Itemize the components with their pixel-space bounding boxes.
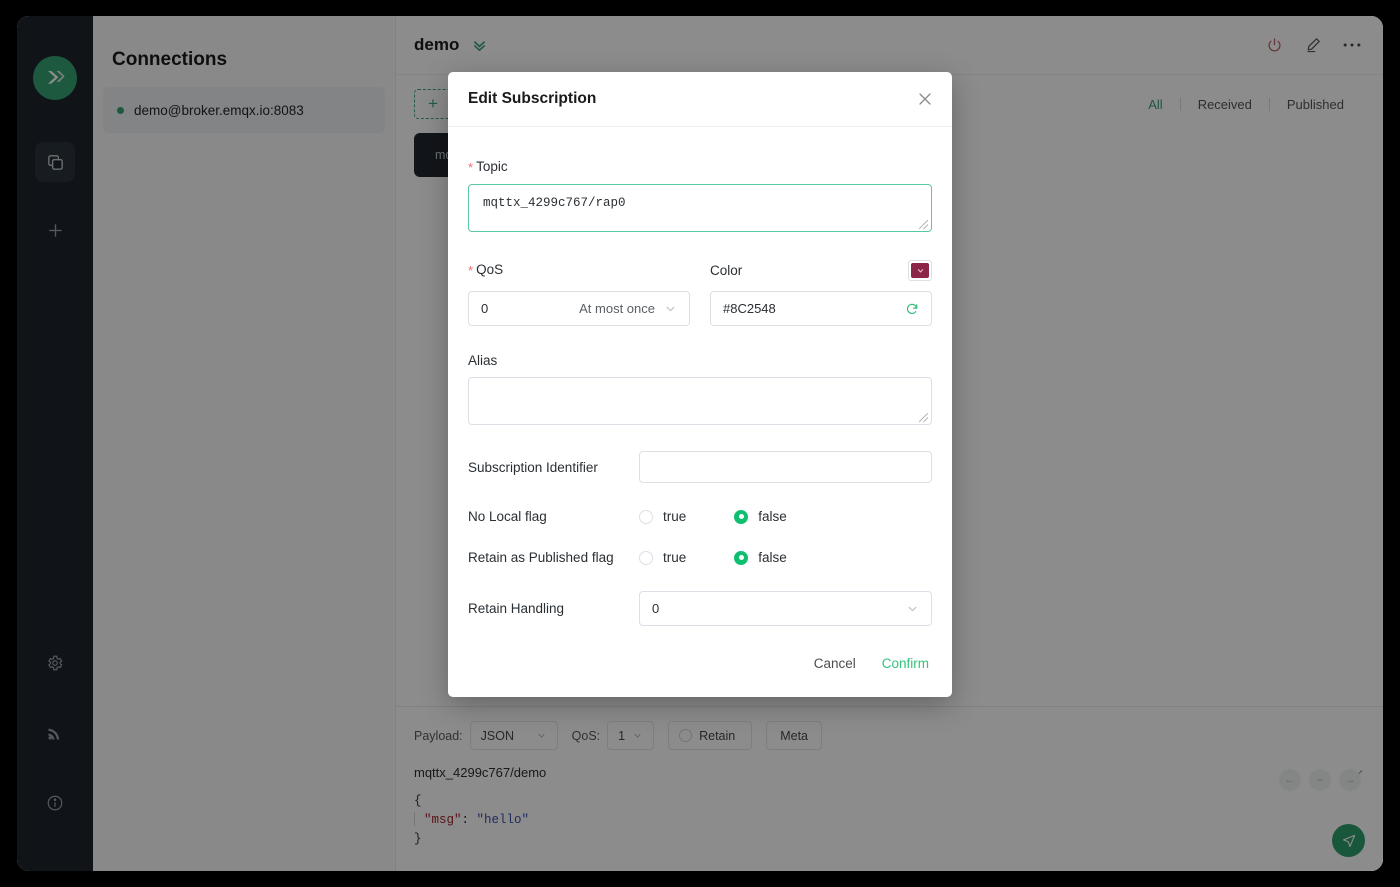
no-local-flag-row: No Local flag true false — [468, 509, 932, 524]
qos-select[interactable]: 0 At most once — [468, 291, 690, 326]
qos-color-row: * QoS 0 At most once Color #8C2548 — [468, 259, 932, 326]
confirm-button[interactable]: Confirm — [882, 656, 929, 671]
radio-icon — [639, 550, 653, 565]
no-local-flag-true-label: true — [663, 509, 687, 524]
retain-handling-label: Retain Handling — [468, 601, 565, 616]
radio-icon-selected — [734, 509, 749, 524]
radio-icon-selected — [734, 550, 749, 565]
topic-input[interactable]: mqttx_4299c767/rap0 — [468, 184, 932, 232]
resize-grip-icon[interactable] — [919, 413, 928, 422]
color-swatch-fill — [911, 262, 929, 278]
dialog-title: Edit Subscription — [468, 90, 597, 107]
qos-value: 0 — [481, 301, 489, 316]
app-window: Connections demo@broker.emqx.io:8083 dem… — [17, 16, 1383, 871]
alias-field-group: Alias — [468, 353, 932, 425]
color-hex-input[interactable]: #8C2548 — [710, 291, 932, 326]
retain-as-published-flag-row: Retain as Published flag true false — [468, 550, 932, 565]
alias-input[interactable] — [468, 377, 932, 425]
dialog-body: * Topic mqttx_4299c767/rap0 * QoS 0 At m… — [448, 127, 952, 629]
resize-grip-icon[interactable] — [919, 220, 928, 229]
qos-label-text: QoS — [476, 262, 504, 277]
no-local-flag-label: No Local flag — [468, 509, 547, 524]
topic-label: * Topic — [468, 159, 932, 175]
color-field-group: Color #8C2548 — [710, 259, 932, 326]
color-hex-value: #8C2548 — [723, 301, 776, 316]
retain-handling-row: Retain Handling 0 — [468, 591, 932, 626]
dialog-header: Edit Subscription — [448, 72, 952, 127]
topic-field-group: * Topic mqttx_4299c767/rap0 — [468, 159, 932, 232]
retain-as-published-true-option[interactable]: true — [639, 550, 686, 565]
subscription-identifier-row: Subscription Identifier — [468, 451, 932, 483]
color-swatch-button[interactable] — [908, 259, 932, 281]
edit-subscription-dialog: Edit Subscription * Topic mqttx_4299c767/… — [448, 72, 952, 697]
qos-label: * QoS — [468, 262, 503, 278]
required-marker: * — [468, 263, 474, 278]
radio-icon — [639, 509, 653, 524]
retain-as-published-false-label: false — [758, 550, 787, 565]
qos-value-text: At most once — [579, 301, 655, 316]
required-marker: * — [468, 160, 474, 175]
chevron-down-icon — [664, 302, 677, 315]
close-icon[interactable] — [918, 92, 932, 106]
retain-as-published-false-option[interactable]: false — [734, 550, 787, 565]
refresh-icon[interactable] — [905, 302, 919, 316]
no-local-flag-false-option[interactable]: false — [734, 509, 787, 524]
chevron-down-icon — [906, 602, 919, 615]
dialog-footer: Cancel Confirm — [448, 629, 952, 697]
topic-label-text: Topic — [476, 159, 508, 174]
subscription-identifier-input[interactable] — [639, 451, 932, 483]
topic-input-value: mqttx_4299c767/rap0 — [483, 196, 626, 210]
alias-label: Alias — [468, 353, 498, 368]
qos-field-group: * QoS 0 At most once — [468, 259, 690, 326]
color-label: Color — [710, 262, 743, 278]
retain-handling-value: 0 — [652, 601, 660, 616]
no-local-flag-false-label: false — [758, 509, 787, 524]
retain-as-published-flag-label: Retain as Published flag — [468, 550, 614, 565]
no-local-flag-true-option[interactable]: true — [639, 509, 686, 524]
retain-handling-select[interactable]: 0 — [639, 591, 932, 626]
subscription-identifier-label: Subscription Identifier — [468, 459, 598, 475]
cancel-button[interactable]: Cancel — [814, 656, 856, 671]
retain-as-published-true-label: true — [663, 550, 687, 565]
